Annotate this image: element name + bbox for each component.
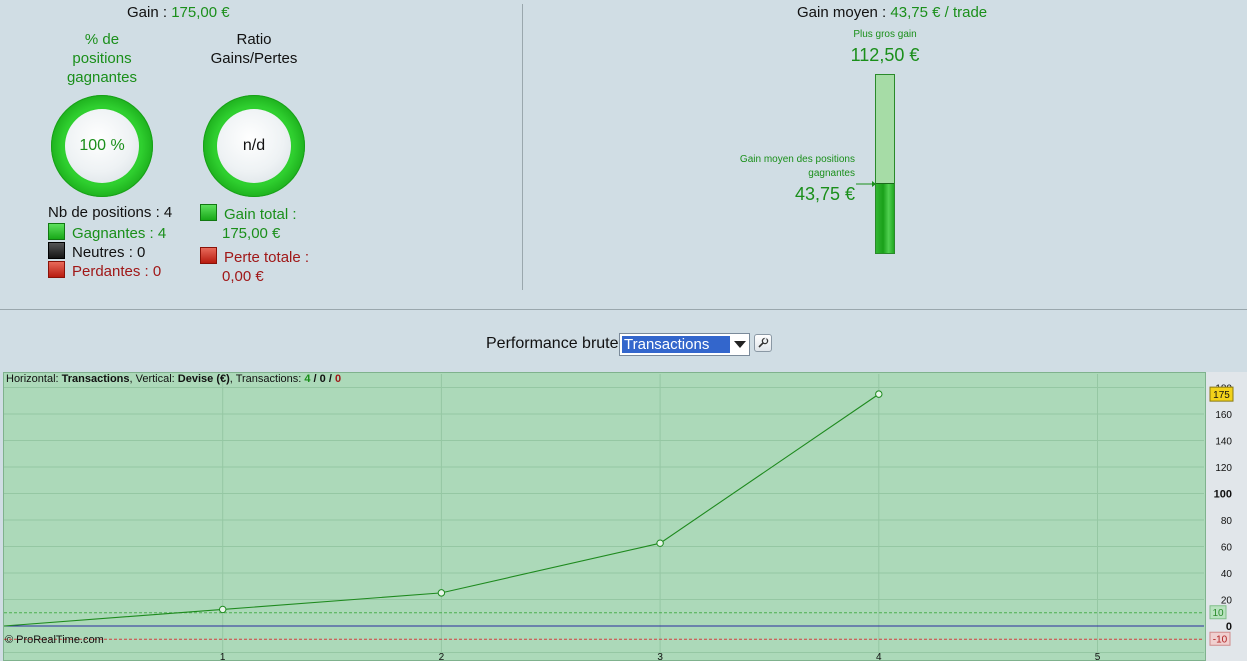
y-tick-label: 100	[1214, 489, 1232, 501]
chart-info: Horizontal: Transactions, Vertical: Devi…	[6, 373, 342, 385]
y-tick-label: 160	[1215, 410, 1232, 421]
y-tick-label: 40	[1221, 569, 1233, 580]
y-tick-label: 120	[1215, 463, 1232, 474]
data-point	[875, 390, 883, 398]
performance-chart: 1234502040608010012014016018010-10175	[3, 374, 1234, 661]
upper-band-label: 10	[1212, 608, 1224, 619]
y-tick-label: 20	[1221, 596, 1233, 607]
data-point	[219, 605, 227, 614]
y-tick-label: 0	[1226, 621, 1232, 633]
data-point	[656, 539, 664, 547]
y-tick-label: 140	[1215, 437, 1232, 448]
x-tick-label: 1	[220, 652, 226, 661]
copyright: © ProRealTime.com	[5, 634, 104, 646]
x-tick-label: 4	[876, 652, 882, 661]
lower-band-label: -10	[1213, 634, 1228, 645]
y-tick-label: 80	[1221, 516, 1233, 527]
last-value-label: 175	[1213, 390, 1230, 401]
y-tick-label: 60	[1221, 543, 1233, 554]
data-point	[437, 589, 446, 597]
x-tick-label: 5	[1095, 652, 1101, 661]
x-tick-label: 2	[439, 652, 445, 661]
x-tick-label: 3	[657, 652, 663, 661]
